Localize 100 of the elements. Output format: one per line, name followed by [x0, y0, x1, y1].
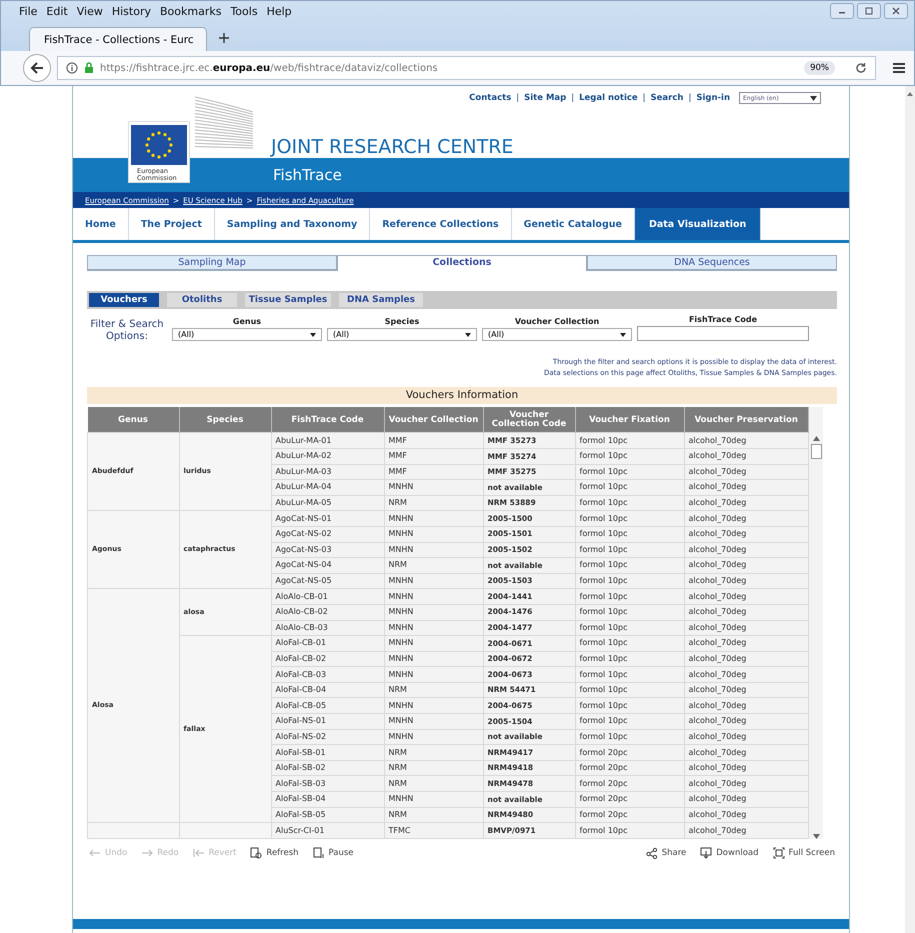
- table-cell: formol 10pc: [575, 526, 684, 542]
- table-cell: MNHN: [384, 542, 483, 558]
- minimize-icon[interactable]: [830, 3, 854, 19]
- sample-tab[interactable]: Otoliths: [167, 293, 237, 307]
- column-header: FishTrace Code: [271, 407, 384, 433]
- table-cell: alcohol_70deg: [684, 776, 808, 792]
- toolbar-button[interactable]: Share: [644, 844, 688, 861]
- header-link[interactable]: Search: [650, 93, 684, 103]
- menu-item[interactable]: Help: [266, 4, 292, 18]
- table-cell: alcohol_70deg: [684, 792, 808, 808]
- fullscreen-icon: [772, 846, 785, 859]
- table-cell: MNHN: [384, 714, 483, 730]
- menu-icon[interactable]: [892, 62, 906, 74]
- nav-tab[interactable]: Home: [73, 208, 129, 240]
- table-cell: AbuLur-MA-02: [271, 448, 384, 464]
- bar-arrow-icon: [192, 846, 205, 859]
- table-cell: formol 20pc: [575, 776, 684, 792]
- table-cell: formol 20pc: [575, 807, 684, 823]
- table-cell: MNHN: [384, 480, 483, 496]
- header-link[interactable]: Sign-in: [696, 93, 730, 103]
- table-cell: formol 10pc: [575, 666, 684, 682]
- menu-item[interactable]: History: [112, 4, 151, 18]
- table-cell: NRM: [384, 776, 483, 792]
- toolbar-button[interactable]: Pause: [310, 844, 356, 861]
- browser-tab[interactable]: FishTrace - Collections - Eurc: [29, 27, 207, 51]
- table-cell: alcohol_70deg: [684, 558, 808, 574]
- sample-tab[interactable]: Tissue Samples: [245, 293, 331, 307]
- table-cell: alcohol_70deg: [684, 698, 808, 714]
- nav-tab[interactable]: The Project: [128, 208, 215, 240]
- menu-item[interactable]: Edit: [46, 4, 68, 18]
- table-cell: alcohol_70deg: [684, 542, 808, 558]
- filter-dropdown[interactable]: (All): [482, 328, 632, 341]
- link-separator: |: [516, 93, 520, 103]
- menu-item[interactable]: Tools: [230, 4, 258, 18]
- scrollbar[interactable]: [809, 407, 823, 839]
- toolbar-button[interactable]: Refresh: [248, 844, 301, 861]
- maximize-icon[interactable]: [857, 3, 881, 19]
- table-cell: formol 10pc: [575, 510, 684, 526]
- header-link[interactable]: Legal notice: [579, 93, 638, 103]
- header-link[interactable]: Site Map: [524, 93, 566, 103]
- nav-tab[interactable]: Reference Collections: [370, 208, 512, 240]
- left-arrow-icon: [89, 846, 101, 859]
- address-bar[interactable]: https://fishtrace.jrc.ec.europa.eu/web/fishtrace/dataviz/collections 90%: [57, 56, 876, 80]
- filter-dropdown[interactable]: (All): [172, 328, 322, 341]
- view-tab[interactable]: DNA Sequences: [587, 255, 837, 270]
- table-cell: MNHN: [384, 792, 483, 808]
- view-tab[interactable]: Sampling Map: [87, 255, 337, 270]
- caret-icon: [810, 96, 817, 100]
- table-cell: formol 10pc: [575, 573, 684, 589]
- table-cell: MNHN: [384, 620, 483, 636]
- toolbar-button[interactable]: Full Screen: [770, 844, 837, 861]
- header-link[interactable]: Contacts: [469, 93, 512, 103]
- table-cell: AloFal-NS-02: [271, 729, 384, 745]
- table-cell: alcohol_70deg: [684, 682, 808, 698]
- caret-icon: [310, 332, 316, 336]
- table-cell: alcohol_70deg: [684, 760, 808, 776]
- menu-item[interactable]: File: [19, 4, 38, 18]
- reload-icon[interactable]: [855, 62, 867, 74]
- table-cell: alcohol_70deg: [684, 620, 808, 636]
- column-header: Voucher Fixation: [575, 407, 684, 433]
- scroll-up-icon[interactable]: [812, 436, 820, 442]
- table-cell: alcohol_70deg: [684, 651, 808, 667]
- nav-tab[interactable]: Sampling and Taxonomy: [214, 208, 370, 240]
- new-tab-icon[interactable]: [219, 33, 229, 43]
- table-cell: AloFal-SB-02: [271, 760, 384, 776]
- eu-flag-icon: [131, 125, 187, 165]
- scroll-up-icon[interactable]: [907, 92, 913, 96]
- link-separator: |: [571, 93, 574, 103]
- scroll-down-icon[interactable]: [812, 834, 820, 839]
- back-button[interactable]: [23, 54, 51, 82]
- link-separator: |: [642, 93, 646, 103]
- nav-tab[interactable]: Data Visualization: [634, 208, 762, 240]
- sample-tab[interactable]: DNA Samples: [339, 293, 423, 307]
- table-cell: AgoCat-NS-05: [271, 573, 384, 589]
- scrollbar-thumb[interactable]: [810, 444, 822, 460]
- search-field[interactable]: [637, 326, 809, 341]
- table-cell: MMF: [384, 464, 483, 480]
- table-cell: AloFal-SB-03: [271, 776, 384, 792]
- zoom-level[interactable]: 90%: [804, 61, 835, 75]
- view-tab[interactable]: Collections: [337, 255, 587, 271]
- right-arrow-icon: [141, 846, 154, 859]
- table-cell: alcohol_70deg: [684, 714, 808, 730]
- table-cell: AloFal-SB-05: [271, 807, 384, 823]
- column-header: Voucher Preservation: [684, 407, 808, 433]
- table-cell: AgoCat-NS-03: [271, 542, 384, 558]
- toolbar-button[interactable]: Download: [698, 844, 761, 861]
- table-cell: MNHN: [384, 588, 483, 604]
- table-cell: formol 10pc: [575, 588, 684, 604]
- menu-item[interactable]: View: [76, 4, 103, 18]
- table-cell: NRM: [384, 744, 483, 760]
- table-cell: alcohol_70deg: [684, 822, 808, 838]
- table-cell: AloFal-CB-01: [271, 636, 384, 652]
- close-icon[interactable]: [884, 3, 908, 19]
- sample-tab[interactable]: Vouchers: [89, 293, 159, 307]
- filter-heading: Voucher Collection: [514, 317, 600, 326]
- menu-item[interactable]: Bookmarks: [160, 4, 222, 18]
- column-header: Voucher Collection: [384, 407, 483, 433]
- filter-dropdown[interactable]: (All): [327, 328, 477, 341]
- page-scrollbar[interactable]: [905, 86, 915, 933]
- table-cell: MNHN: [384, 729, 483, 745]
